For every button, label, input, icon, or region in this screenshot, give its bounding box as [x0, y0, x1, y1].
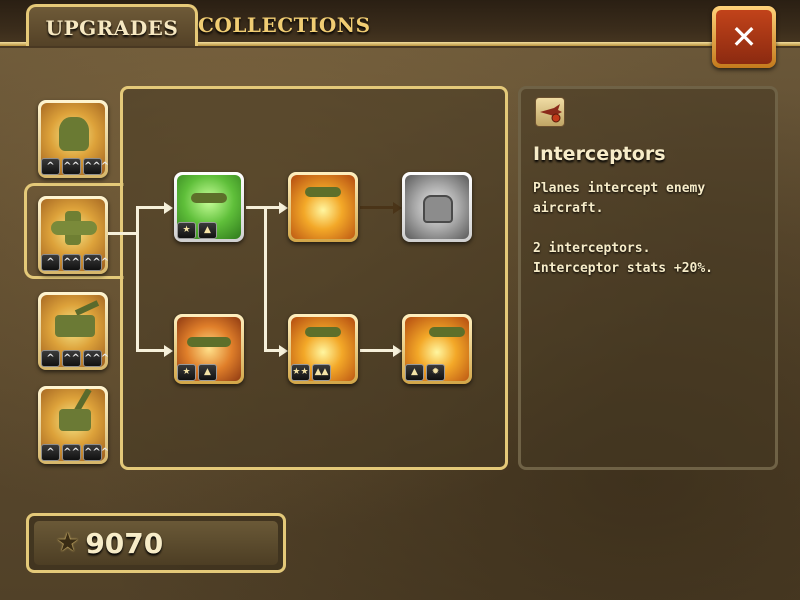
rank-3-icon: ^^^ — [83, 158, 109, 175]
rank-badge-icon: ▲ — [198, 222, 217, 239]
plane-shield-icon — [535, 97, 565, 127]
star-badge-icon: ★ — [177, 364, 196, 381]
upgrade-node-fire-1[interactable] — [288, 172, 358, 242]
rank-1-icon: ^ — [41, 158, 60, 175]
rank-2-icon: ^^ — [62, 350, 81, 367]
upgrade-description: Planes intercept enemy aircraft. 2 inter… — [533, 179, 773, 279]
connector — [246, 206, 280, 209]
arrow-icon — [164, 345, 173, 357]
star-currency-box: ★ 9070 — [26, 513, 286, 573]
connector — [136, 206, 139, 352]
star-badge-icon: ★ — [177, 222, 196, 239]
connector — [264, 206, 267, 352]
locked-turret-icon — [405, 175, 469, 239]
unit-soldier[interactable]: ^ ^^ ^^^ — [38, 100, 109, 178]
rank-badges: ^ ^^ ^^^ — [41, 158, 109, 175]
upgrade-node-plane-2[interactable]: ★ ▲ — [174, 314, 244, 384]
tab-collections[interactable]: COLLECTIONS — [198, 4, 370, 46]
description-line: Interceptor stats +20%. — [533, 261, 714, 276]
rank-badges: ^ ^^ ^^^ — [41, 350, 109, 367]
node-badges: ★★ ▲▲ — [291, 364, 331, 381]
rank-3-icon: ^^^ — [83, 254, 109, 271]
rank-badge-icon: ▲▲ — [312, 364, 331, 381]
star-icon: ★ — [56, 528, 80, 558]
description-line: 2 interceptors. — [533, 241, 651, 256]
node-badges: ★ ▲ — [177, 364, 217, 381]
rank-badge-icon: ▲ — [405, 364, 424, 381]
arrow-icon — [393, 202, 402, 214]
node-badges: ★ ▲ — [177, 222, 217, 239]
upgrade-node-interceptors[interactable]: ★ ▲ — [174, 172, 244, 242]
connector — [136, 349, 166, 352]
arrow-icon — [279, 202, 288, 214]
arrow-icon — [164, 202, 173, 214]
star-count: 9070 — [85, 526, 164, 560]
upgrade-title: Interceptors — [533, 143, 666, 165]
upgrade-node-fire-2[interactable]: ★★ ▲▲ — [288, 314, 358, 384]
connector — [136, 206, 166, 209]
burst-badge-icon: ✹ — [426, 364, 445, 381]
arrow-icon — [393, 345, 402, 357]
rank-1-icon: ^ — [41, 444, 60, 461]
connector — [108, 232, 138, 235]
rank-2-icon: ^^ — [62, 254, 81, 271]
description-line — [533, 219, 773, 239]
rank-1-icon: ^ — [41, 254, 60, 271]
star-currency-inner: ★ 9070 — [34, 521, 278, 565]
description-panel: Interceptors Planes intercept enemy airc… — [518, 86, 778, 470]
upgrade-tree-panel — [120, 86, 508, 470]
unit-plane[interactable]: ^ ^^ ^^^ — [38, 196, 109, 274]
description-line: Planes intercept enemy — [533, 181, 706, 196]
arrow-icon — [279, 345, 288, 357]
description-line: aircraft. — [533, 201, 604, 216]
connector-locked — [360, 206, 394, 209]
node-badges: ▲ ✹ — [405, 364, 445, 381]
upgrade-node-locked[interactable] — [402, 172, 472, 242]
rank-badges: ^ ^^ ^^^ — [41, 444, 109, 461]
close-icon: ✕ — [716, 10, 772, 64]
rank-1-icon: ^ — [41, 350, 60, 367]
tab-upgrades[interactable]: UPGRADES — [26, 4, 198, 46]
unit-artillery[interactable]: ^ ^^ ^^^ — [38, 292, 109, 370]
unit-anti-air[interactable]: ^ ^^ ^^^ — [38, 386, 109, 464]
rank-2-icon: ^^ — [62, 158, 81, 175]
star-badge-icon: ★★ — [291, 364, 310, 381]
rank-badge-icon: ▲ — [198, 364, 217, 381]
close-button[interactable]: ✕ — [712, 6, 776, 68]
rank-2-icon: ^^ — [62, 444, 81, 461]
rank-badges: ^ ^^ ^^^ — [41, 254, 109, 271]
explosion-icon — [291, 175, 355, 239]
connector — [264, 349, 280, 352]
connector — [360, 349, 394, 352]
rank-3-icon: ^^^ — [83, 444, 109, 461]
upgrade-node-fire-3[interactable]: ▲ ✹ — [402, 314, 472, 384]
rank-3-icon: ^^^ — [83, 350, 109, 367]
